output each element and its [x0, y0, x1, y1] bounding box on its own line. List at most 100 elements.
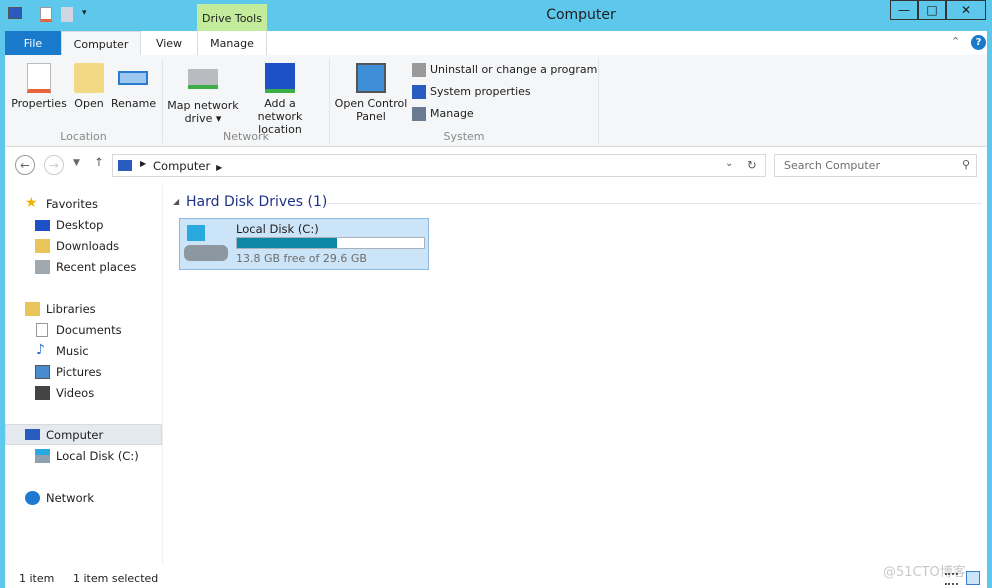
search-icon[interactable]: ⚲	[962, 158, 970, 171]
search-input[interactable]: Search Computer ⚲	[774, 154, 977, 177]
label: Uninstall or change a program	[430, 63, 598, 76]
hard-drive-icon	[184, 225, 228, 263]
status-item-count: 1 item	[19, 572, 55, 585]
label: Panel	[356, 110, 386, 123]
up-button[interactable]: ↑	[94, 155, 104, 169]
label: Network	[46, 491, 95, 505]
sidebar-libraries[interactable]: Libraries	[5, 299, 162, 319]
open-control-panel-button[interactable]: Open Control Panel	[334, 63, 408, 123]
back-button[interactable]: ←	[15, 155, 35, 175]
sidebar-item-downloads[interactable]: Downloads	[5, 236, 162, 256]
label: Music	[56, 344, 89, 358]
label: Computer	[46, 428, 104, 442]
map-network-drive-button[interactable]: Map network drive ▾	[167, 63, 239, 125]
manage-icon	[412, 107, 426, 121]
control-panel-icon	[356, 63, 386, 93]
label: System properties	[430, 85, 531, 98]
close-button[interactable]: ✕	[946, 0, 986, 20]
breadcrumb-separator: ▶	[140, 159, 147, 168]
group-collapse-icon[interactable]: ◢	[173, 197, 179, 206]
label: Recent places	[56, 260, 137, 274]
label: Favorites	[46, 197, 98, 211]
network-drive-icon	[188, 69, 218, 89]
open-button[interactable]: Open	[69, 63, 109, 110]
recent-locations-dropdown[interactable]: ▼	[73, 158, 80, 168]
drive-tile-local-disk[interactable]: Local Disk (C:) 13.8 GB free of 29.6 GB	[179, 218, 429, 270]
status-selected: 1 item selected	[73, 572, 159, 585]
label: Rename	[111, 97, 157, 110]
navigation-pane: ★ Favorites Desktop Downloads Recent plac…	[5, 185, 163, 565]
large-icons-view-button[interactable]	[966, 571, 980, 585]
rename-button[interactable]: Rename	[111, 63, 157, 110]
breadcrumb-chevron[interactable]: ▶	[216, 163, 222, 172]
manage-button[interactable]: Manage	[412, 107, 474, 121]
sidebar-item-desktop[interactable]: Desktop	[5, 215, 162, 235]
label: Videos	[56, 386, 95, 400]
label: Local Disk (C:)	[56, 449, 139, 463]
music-icon: ♪	[36, 342, 45, 358]
network-location-icon	[265, 63, 295, 93]
uninstall-program-button[interactable]: Uninstall or change a program	[412, 63, 597, 77]
sidebar-item-recent-places[interactable]: Recent places	[5, 257, 162, 277]
computer-icon	[25, 429, 40, 440]
minimize-button[interactable]: —	[890, 0, 918, 20]
address-bar[interactable]: ▶ Computer ▶ ⌄ ↻	[112, 154, 766, 177]
ribbon: Properties Open Rename Location Map netw…	[5, 55, 987, 147]
address-dropdown-icon[interactable]: ⌄	[725, 158, 733, 169]
group-system-label: System	[443, 130, 485, 143]
system-properties-button[interactable]: System properties	[412, 85, 531, 99]
drive-usage-fill	[237, 238, 337, 248]
drive-free-space: 13.8 GB free of 29.6 GB	[236, 252, 367, 265]
properties-button[interactable]: Properties	[11, 63, 67, 110]
label: Desktop	[56, 218, 104, 232]
window-title: Computer	[546, 7, 616, 23]
desktop-icon	[35, 220, 50, 231]
drive-usage-bar	[236, 237, 425, 249]
pictures-icon	[35, 365, 50, 379]
sidebar-network[interactable]: Network	[5, 488, 162, 508]
sidebar-item-local-disk[interactable]: Local Disk (C:)	[5, 446, 162, 466]
label: Open	[74, 97, 104, 110]
expand-ribbon-icon[interactable]: ⌃	[951, 35, 960, 48]
label: Manage	[430, 107, 474, 120]
sidebar-favorites[interactable]: ★ Favorites	[5, 194, 162, 214]
libraries-icon	[25, 302, 40, 316]
label: Add a network	[257, 97, 303, 123]
tab-computer[interactable]: Computer	[61, 31, 141, 55]
label: Pictures	[56, 365, 102, 379]
network-icon	[25, 491, 40, 505]
refresh-icon[interactable]: ↻	[747, 158, 757, 172]
tab-view[interactable]: View	[141, 31, 197, 55]
videos-icon	[35, 386, 50, 400]
sidebar-computer[interactable]: Computer	[5, 424, 162, 445]
folder-open-icon	[74, 63, 104, 93]
details-view-button[interactable]	[945, 573, 958, 585]
forward-button[interactable]: →	[44, 155, 64, 175]
tab-manage[interactable]: Manage	[197, 31, 267, 55]
sidebar-item-videos[interactable]: Videos	[5, 383, 162, 403]
sidebar-item-pictures[interactable]: Pictures	[5, 362, 162, 382]
breadcrumb-computer[interactable]: Computer	[153, 159, 210, 173]
group-location-label: Location	[60, 130, 107, 143]
maximize-button[interactable]: □	[918, 0, 946, 20]
ribbon-tabs: File Computer View Manage ⌃ ?	[5, 31, 987, 55]
help-icon[interactable]: ?	[971, 35, 986, 50]
documents-icon	[36, 323, 48, 337]
drive-icon	[35, 449, 50, 463]
sidebar-item-music[interactable]: ♪ Music	[5, 341, 162, 361]
properties-icon	[27, 63, 51, 93]
rename-icon	[118, 71, 148, 85]
label: drive ▾	[184, 112, 222, 125]
label: Open Control	[334, 97, 408, 110]
uninstall-icon	[412, 63, 426, 77]
label: Properties	[11, 97, 67, 110]
sidebar-item-documents[interactable]: Documents	[5, 320, 162, 340]
tab-file[interactable]: File	[5, 31, 61, 55]
group-header-line	[327, 203, 982, 204]
search-placeholder: Search Computer	[784, 159, 880, 172]
label: Documents	[56, 323, 122, 337]
main-area: ← → ▼ ↑ ▶ Computer ▶ ⌄ ↻ Search Computer ⚲…	[5, 147, 987, 588]
group-header-hard-disk-drives[interactable]: Hard Disk Drives (1)	[186, 194, 327, 210]
computer-icon	[118, 160, 132, 171]
add-network-location-button[interactable]: Add a network location	[241, 63, 319, 136]
